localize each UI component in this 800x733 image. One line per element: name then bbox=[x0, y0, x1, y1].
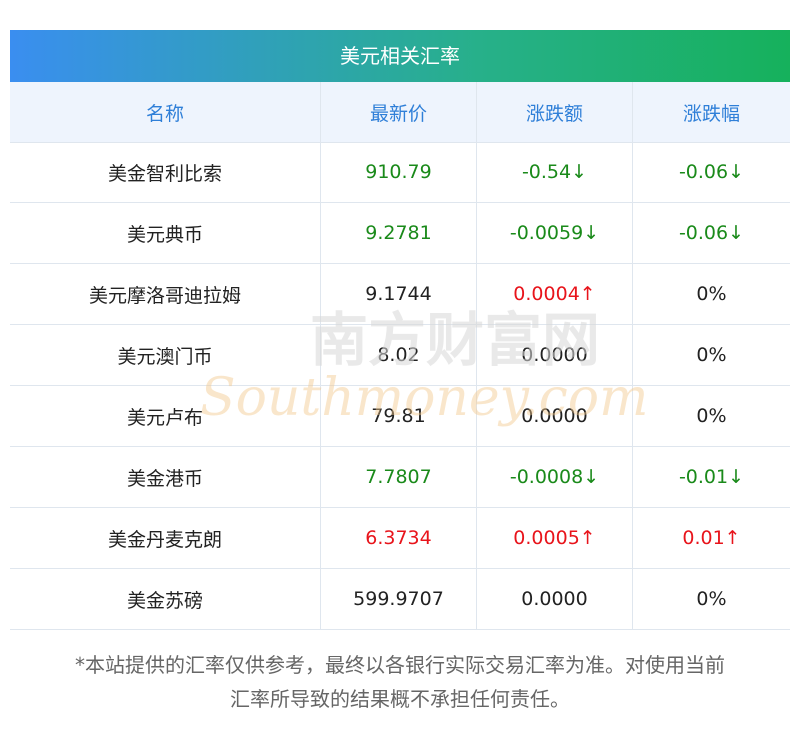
currency-name: 美元卢布 bbox=[10, 386, 321, 446]
percent: 0% bbox=[696, 344, 727, 366]
percent: -0.01↓ bbox=[678, 466, 745, 488]
rate-table-body: 美金智利比索 910.79 -0.54↓ -0.06↓ 美元典币 9.2781 … bbox=[10, 142, 790, 630]
price: 9.1744 bbox=[321, 264, 477, 324]
table-row: 美金苏磅 599.9707 0.0000 0% bbox=[10, 569, 790, 630]
percent: 0.01↑ bbox=[682, 527, 741, 549]
change: -0.0059↓ bbox=[477, 203, 633, 263]
price: 7.7807 bbox=[321, 447, 477, 507]
currency-name: 美元摩洛哥迪拉姆 bbox=[10, 264, 321, 324]
change: 0.0000 bbox=[477, 325, 633, 385]
percent: -0.06↓ bbox=[678, 161, 745, 183]
table-row: 美元卢布 79.81 0.0000 0% bbox=[10, 386, 790, 447]
header-name: 名称 bbox=[10, 82, 321, 142]
price: 9.2781 bbox=[321, 203, 477, 263]
price: 8.02 bbox=[321, 325, 477, 385]
disclaimer-line-2: 汇率所导致的结果概不承担任何责任。 bbox=[230, 687, 570, 711]
change: 0.0000 bbox=[477, 569, 633, 629]
currency-name: 美金港币 bbox=[10, 447, 321, 507]
price: 79.81 bbox=[321, 386, 477, 446]
table-row: 美元澳门币 8.02 0.0000 0% bbox=[10, 325, 790, 386]
price: 6.3734 bbox=[321, 508, 477, 568]
change: 0.0000 bbox=[477, 386, 633, 446]
table-row: 美金港币 7.7807 -0.0008↓ -0.01↓ bbox=[10, 447, 790, 508]
header-percent: 涨跌幅 bbox=[682, 102, 740, 125]
currency-name: 美金苏磅 bbox=[10, 569, 321, 629]
change: 0.0005↑ bbox=[477, 508, 633, 568]
percent: 0% bbox=[696, 283, 727, 305]
table-row: 美金智利比索 910.79 -0.54↓ -0.06↓ bbox=[10, 142, 790, 203]
currency-name: 美金智利比索 bbox=[10, 142, 321, 202]
percent: 0% bbox=[696, 588, 727, 610]
percent: 0% bbox=[696, 405, 727, 427]
price: 910.79 bbox=[321, 142, 477, 202]
change: -0.54↓ bbox=[477, 142, 633, 202]
table-title: 美元相关汇率 bbox=[10, 30, 790, 82]
currency-name: 美元澳门币 bbox=[10, 325, 321, 385]
change: 0.0004↑ bbox=[477, 264, 633, 324]
table-row: 美元典币 9.2781 -0.0059↓ -0.06↓ bbox=[10, 203, 790, 264]
change: -0.0008↓ bbox=[477, 447, 633, 507]
table-header: 名称 最新价 涨跌额 涨跌幅 bbox=[10, 82, 790, 143]
disclaimer-line-1: *本站提供的汇率仅供参考，最终以各银行实际交易汇率为准。对使用当前 bbox=[75, 653, 725, 677]
percent: -0.06↓ bbox=[678, 222, 745, 244]
price: 599.9707 bbox=[321, 569, 477, 629]
currency-name: 美元典币 bbox=[10, 203, 321, 263]
disclaimer-note: *本站提供的汇率仅供参考，最终以各银行实际交易汇率为准。对使用当前 汇率所导致的… bbox=[0, 648, 800, 716]
table-row: 美金丹麦克朗 6.3734 0.0005↑ 0.01↑ bbox=[10, 508, 790, 569]
header-change: 涨跌额 bbox=[477, 82, 633, 142]
table-row: 美元摩洛哥迪拉姆 9.1744 0.0004↑ 0% bbox=[10, 264, 790, 325]
currency-name: 美金丹麦克朗 bbox=[10, 508, 321, 568]
header-price: 最新价 bbox=[321, 82, 477, 142]
